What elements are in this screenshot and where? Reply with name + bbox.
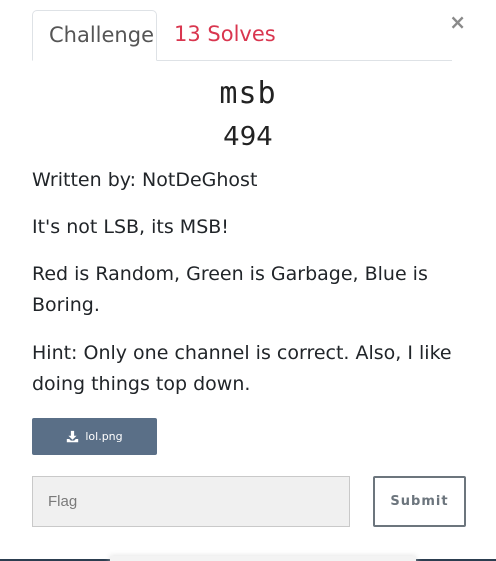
challenge-modal: × Challenge 13 Solves msb 494 Written by… xyxy=(0,0,496,561)
description-line: Red is Random, Green is Garbage, Blue is… xyxy=(32,263,428,316)
description-line: It's not LSB, its MSB! xyxy=(32,216,229,238)
challenge-tabs: Challenge 13 Solves xyxy=(32,10,452,61)
description-hint: Hint: Only one channel is correct. Also,… xyxy=(32,342,452,395)
scroll-shadow xyxy=(110,556,416,561)
challenge-points: 494 xyxy=(223,122,273,152)
download-icon xyxy=(67,430,79,443)
flag-input[interactable] xyxy=(32,476,350,527)
tab-challenge[interactable]: Challenge xyxy=(32,10,157,61)
description-author: Written by: NotDeGhost xyxy=(32,169,258,191)
file-name: lol.png xyxy=(85,430,123,443)
challenge-name: msb xyxy=(219,76,277,111)
submit-button[interactable]: Submit xyxy=(373,476,466,527)
file-download-button[interactable]: lol.png xyxy=(32,418,157,455)
tab-solves[interactable]: 13 Solves xyxy=(158,10,292,60)
